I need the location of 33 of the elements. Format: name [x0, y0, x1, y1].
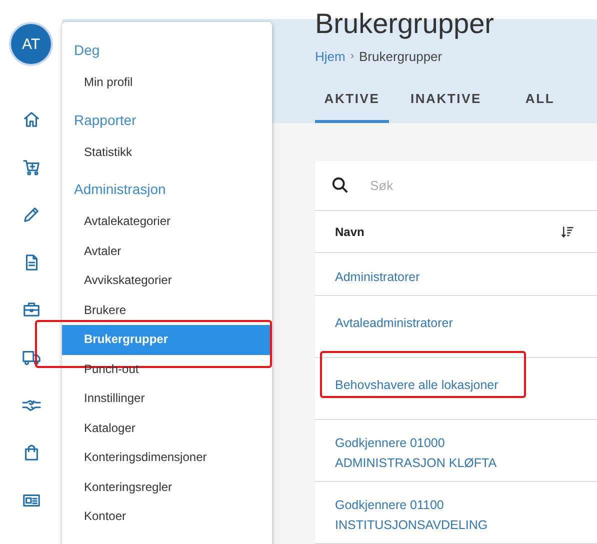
- menu-section-title: Deg: [73, 41, 101, 60]
- group-link[interactable]: Godkjennere 01100 INSTITUSJONSAVDELING: [335, 495, 488, 535]
- menu-item[interactable]: Min profil: [62, 68, 272, 98]
- menu-section-title: Administrasjon: [73, 180, 167, 199]
- tab[interactable]: ALL: [503, 91, 577, 123]
- group-link[interactable]: Godkjennere 01000 ADMINISTRASJON KLØFTA: [335, 433, 497, 473]
- cart-icon[interactable]: [22, 158, 40, 177]
- group-link[interactable]: Administratorer: [335, 267, 420, 287]
- group-link[interactable]: Avtaleadministratorer: [335, 313, 453, 333]
- menu-item[interactable]: Brukere: [62, 296, 272, 325]
- pencil-icon[interactable]: [22, 205, 40, 224]
- breadcrumb-current: Brukergrupper: [359, 48, 442, 64]
- menu-item[interactable]: Kataloger: [62, 414, 272, 443]
- menu-item[interactable]: Konteringsdimensjoner: [62, 443, 272, 472]
- menu-item[interactable]: Avtalekategorier: [62, 207, 272, 236]
- page-title: Brukergrupper: [315, 8, 495, 40]
- briefcase-icon[interactable]: [22, 300, 40, 320]
- search-icon: [331, 176, 350, 195]
- column-header: Navn: [335, 224, 364, 238]
- menu-item[interactable]: Innstillinger: [62, 384, 272, 414]
- menu-item[interactable]: Statistikk: [62, 138, 272, 167]
- breadcrumb-separator: ›: [350, 50, 354, 62]
- menu-item[interactable]: Konteringsregler: [62, 472, 272, 502]
- home-icon[interactable]: [22, 110, 40, 129]
- sort-icon[interactable]: [561, 224, 575, 238]
- menu-item[interactable]: Kontoer: [62, 502, 272, 532]
- user-avatar[interactable]: AT: [11, 24, 51, 64]
- menu-section-title: Rapporter: [73, 110, 138, 130]
- menu-item[interactable]: Avvikskategorier: [62, 266, 272, 296]
- menu-item[interactable]: Avtaler: [62, 236, 272, 266]
- tab[interactable]: INAKTIVE: [409, 91, 483, 123]
- search-field[interactable]: Søk: [368, 177, 522, 194]
- group-link[interactable]: Behovshavere alle lokasjoner: [335, 375, 498, 395]
